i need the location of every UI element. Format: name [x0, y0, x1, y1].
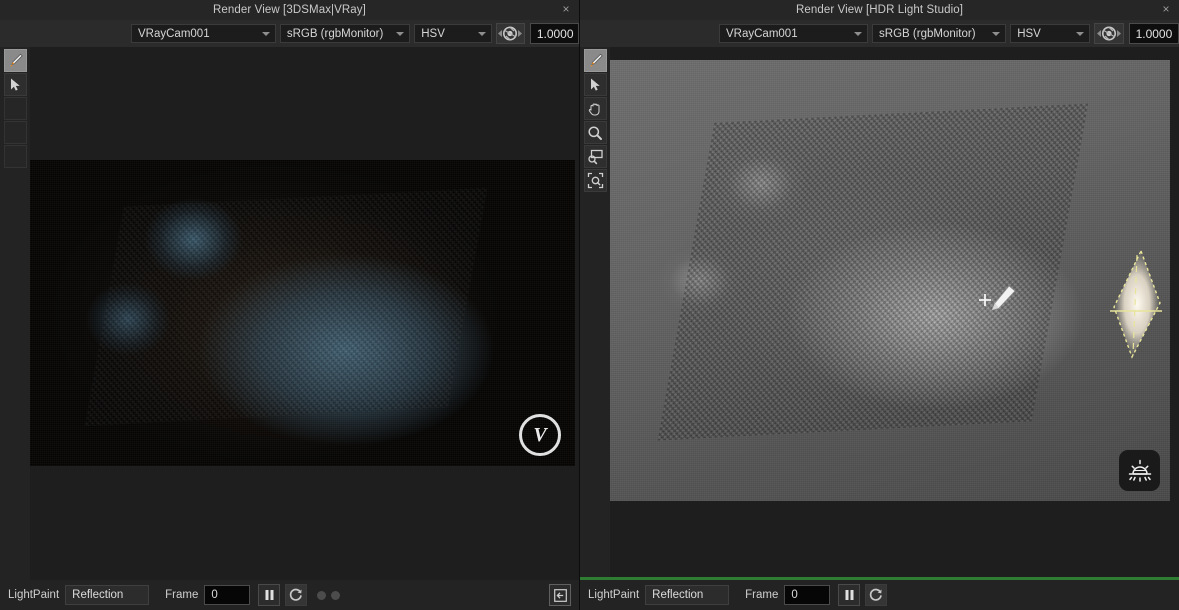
left-panel-title: Render View [3DSMax|VRay]	[213, 4, 366, 16]
rendered-image-vray[interactable]: V	[30, 160, 575, 466]
chevron-down-icon	[396, 31, 405, 36]
exposure-field[interactable]: 1.0000	[529, 23, 579, 44]
area-light-gizmo[interactable]	[1102, 245, 1168, 363]
hdr-light-studio-sun-badge	[1119, 450, 1160, 491]
lightpaint-brush-tool[interactable]	[3, 49, 27, 72]
select-arrow-tool[interactable]	[3, 73, 27, 96]
left-render-canvas[interactable]: V	[30, 47, 579, 580]
close-icon[interactable]: ×	[1159, 2, 1173, 16]
left-panel-body: V	[0, 47, 579, 580]
progress-dots	[317, 590, 341, 600]
camera-select[interactable]: VRayCam001	[131, 24, 276, 43]
pause-button[interactable]	[838, 584, 861, 606]
aperture-icon[interactable]	[1093, 23, 1124, 44]
collapse-left-button[interactable]	[549, 584, 571, 606]
exposure-value: 1.0000	[536, 26, 574, 41]
empty-tool-slot-3[interactable]	[3, 145, 27, 168]
chevron-down-icon	[478, 31, 486, 36]
frame-input[interactable]: 0	[784, 585, 831, 605]
lightpaint-mode-select[interactable]: Reflection	[65, 585, 150, 605]
frame-value: 0	[211, 589, 218, 601]
exposure-field[interactable]: 1.0000	[1128, 23, 1179, 44]
right-titlebar: Render View [HDR Light Studio] ×	[580, 0, 1179, 20]
right-render-canvas[interactable]	[610, 47, 1179, 577]
camera-select-value: VRayCam001	[138, 27, 210, 40]
channel-select-value: HSV	[1017, 27, 1041, 40]
right-statusbar: LightPaint Reflection Frame 0	[580, 580, 1179, 610]
progress-dot	[317, 590, 327, 600]
left-titlebar: Render View [3DSMax|VRay] ×	[0, 0, 579, 20]
colorspace-select-value: sRGB (rgbMonitor)	[879, 27, 976, 40]
colorspace-select[interactable]: sRGB (rgbMonitor)	[279, 24, 411, 43]
rendered-image-hdr-light-studio[interactable]	[610, 60, 1170, 501]
colorspace-select-value: sRGB (rgbMonitor)	[286, 27, 384, 40]
camera-select-value: VRayCam001	[726, 27, 798, 40]
close-icon[interactable]: ×	[559, 2, 573, 16]
lightpaint-mode-value: Reflection	[652, 589, 704, 601]
right-tool-strip	[580, 47, 610, 577]
left-tool-strip	[0, 47, 30, 580]
exposure-value: 1.0000	[1135, 26, 1173, 41]
chevron-down-icon	[854, 31, 863, 36]
frame-value: 0	[791, 589, 798, 601]
right-toolbar: VRayCam001 sRGB (rgbMonitor) HSV 1.0000	[580, 20, 1179, 47]
lightpaint-mode-value: Reflection	[72, 589, 124, 601]
lightpaint-brush-tool[interactable]	[583, 49, 607, 72]
camera-select[interactable]: VRayCam001	[719, 24, 869, 43]
render-view-window: Render View [3DSMax|VRay] × VRayCam001 s…	[0, 0, 1179, 610]
frame-label: Frame	[745, 589, 779, 601]
right-panel-body	[580, 47, 1179, 577]
left-statusbar: LightPaint Reflection Frame 0	[0, 580, 579, 610]
render-view-panel-hdr-light-studio: Render View [HDR Light Studio] × VRayCam…	[580, 0, 1179, 610]
colorspace-select[interactable]: sRGB (rgbMonitor)	[872, 24, 1007, 43]
zoom-region-tool[interactable]	[583, 145, 607, 168]
select-arrow-tool[interactable]	[583, 73, 607, 96]
vray-logo-letter: V	[533, 424, 547, 446]
chevron-down-icon	[1075, 31, 1084, 36]
chevron-down-icon	[992, 31, 1001, 36]
lightpaint-label: LightPaint	[8, 589, 60, 601]
vray-logo: V	[519, 414, 561, 456]
zoom-fit-tool[interactable]	[583, 169, 607, 192]
frame-label: Frame	[165, 589, 199, 601]
pan-hand-tool[interactable]	[583, 97, 607, 120]
chevron-down-icon	[261, 31, 270, 36]
magnifier-icon[interactable]	[583, 121, 607, 144]
lightpaint-label: LightPaint	[588, 589, 640, 601]
channel-select[interactable]: HSV	[1010, 24, 1090, 43]
render-view-panel-3dsmax-vray: Render View [3DSMax|VRay] × VRayCam001 s…	[0, 0, 580, 610]
lightpaint-mode-select[interactable]: Reflection	[645, 585, 730, 605]
refresh-button[interactable]	[285, 584, 308, 606]
aperture-icon[interactable]	[496, 23, 525, 44]
channel-select-value: HSV	[421, 27, 445, 40]
frame-input[interactable]: 0	[204, 585, 251, 605]
right-panel-title: Render View [HDR Light Studio]	[795, 4, 964, 16]
empty-tool-slot-2[interactable]	[3, 121, 27, 144]
progress-dot	[331, 590, 341, 600]
empty-tool-slot-1[interactable]	[3, 97, 27, 120]
scene-mat-texture	[658, 103, 1089, 440]
left-toolbar: VRayCam001 sRGB (rgbMonitor) HSV 1.0000	[0, 20, 579, 47]
channel-select[interactable]: HSV	[414, 24, 492, 43]
refresh-button[interactable]	[865, 584, 888, 606]
scene-mat-texture	[84, 187, 488, 427]
pause-button[interactable]	[258, 584, 281, 606]
